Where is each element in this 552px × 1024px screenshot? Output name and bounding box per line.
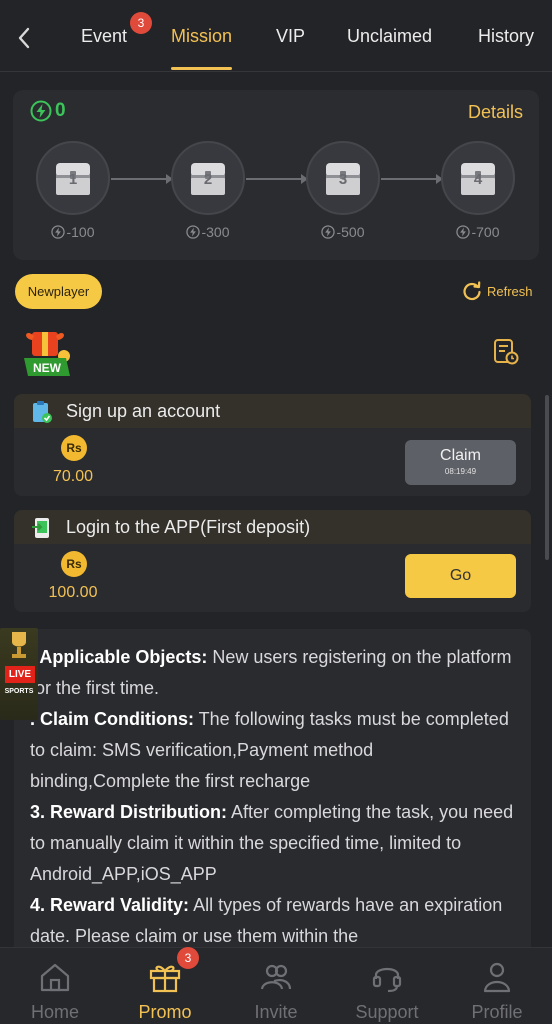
chest-cost-value: -700 xyxy=(471,224,500,240)
chest-cost-value: -300 xyxy=(201,224,230,240)
tab-history[interactable]: History xyxy=(478,26,534,47)
refresh-label: Refresh xyxy=(487,283,533,299)
sports-tag: SPORTS xyxy=(4,688,34,695)
details-link[interactable]: Details xyxy=(468,102,523,123)
energy-bolt-icon xyxy=(186,225,201,239)
record-history-icon[interactable] xyxy=(493,338,519,366)
home-icon xyxy=(40,963,70,992)
chest-cost: -500 xyxy=(308,224,378,240)
progress-arrow xyxy=(246,174,308,184)
energy-count: 0 xyxy=(55,100,66,121)
bottom-nav-profile[interactable]: Profile xyxy=(452,948,542,1024)
energy-bolt-icon xyxy=(30,100,52,122)
energy-bolt-icon xyxy=(321,225,336,239)
task-reward-amount: 70.00 xyxy=(52,468,94,485)
bottom-nav-invite[interactable]: Invite xyxy=(231,948,321,1024)
bottom-nav-home[interactable]: Home xyxy=(10,948,100,1024)
bottom-nav-label: Promo xyxy=(138,1002,192,1022)
rule-item: . Claim Conditions: The following tasks … xyxy=(30,704,517,797)
task-card: Login to the APP(First deposit) Rs 100.0… xyxy=(14,510,531,612)
rule-heading: . Applicable Objects: xyxy=(30,647,208,667)
chest-cost: -300 xyxy=(173,224,243,240)
refresh-icon xyxy=(463,281,481,301)
refresh-button[interactable]: Refresh xyxy=(461,280,533,302)
claim-button-label: Claim xyxy=(440,447,481,464)
claim-button[interactable]: Claim 08:19:49 xyxy=(405,440,516,485)
chest-cost: -100 xyxy=(38,224,108,240)
app-login-icon xyxy=(32,518,49,538)
clipboard-check-icon xyxy=(33,401,52,423)
chest-1[interactable]: 1 xyxy=(36,141,110,215)
live-sports-floating-ad[interactable]: LIVE SPORTS xyxy=(0,628,38,720)
chest-3[interactable]: 3 xyxy=(306,141,380,215)
tab-vip[interactable]: VIP xyxy=(276,26,305,47)
energy-progress-card: 0 Details 1 2 3 4 -100 -300 -500 -700 xyxy=(13,90,539,260)
new-badge-text: NEW xyxy=(33,361,62,375)
chest-number: 4 xyxy=(473,171,483,188)
top-nav: Event 3 Mission VIP Unclaimed History xyxy=(0,0,552,72)
tab-event[interactable]: Event xyxy=(81,26,127,47)
rule-heading: 4. Reward Validity: xyxy=(30,895,190,915)
rule-item: . Applicable Objects: New users register… xyxy=(30,642,517,704)
back-arrow-icon[interactable] xyxy=(12,24,36,52)
bottom-nav-label: Invite xyxy=(254,1002,298,1022)
energy-counter: 0 xyxy=(30,100,66,122)
tab-unclaimed[interactable]: Unclaimed xyxy=(347,26,432,47)
chest-2[interactable]: 2 xyxy=(171,141,245,215)
task-header: Sign up an account xyxy=(14,394,531,428)
claim-countdown: 08:19:49 xyxy=(444,467,477,476)
rupee-coin-icon: Rs xyxy=(61,551,87,577)
chest-number: 1 xyxy=(68,171,78,188)
chest-4[interactable]: 4 xyxy=(441,141,515,215)
mission-page: Event 3 Mission VIP Unclaimed History 0 … xyxy=(0,0,552,1024)
task-header: Login to the APP(First deposit) xyxy=(14,510,531,544)
event-count-badge: 3 xyxy=(130,12,152,34)
bottom-nav-support[interactable]: Support xyxy=(342,948,432,1024)
energy-bolt-icon xyxy=(51,225,66,239)
promo-count-badge: 3 xyxy=(177,947,199,969)
bottom-nav-label: Support xyxy=(355,1002,419,1022)
task-title: Login to the APP(First deposit) xyxy=(66,517,311,537)
newplayer-category-pill[interactable]: Newplayer xyxy=(15,274,102,309)
chest-number: 2 xyxy=(203,171,213,188)
progress-arrow xyxy=(111,174,173,184)
progress-arrow xyxy=(381,174,443,184)
go-button[interactable]: Go xyxy=(405,554,516,598)
task-title: Sign up an account xyxy=(66,401,221,421)
chest-cost-value: -500 xyxy=(336,224,365,240)
bottom-nav-label: Home xyxy=(30,1002,79,1022)
gift-icon xyxy=(149,965,181,993)
rules-panel: . Applicable Objects: New users register… xyxy=(14,629,531,959)
task-card: Sign up an account Rs 70.00 Claim 08:19:… xyxy=(14,394,531,496)
bottom-nav: Home Promo Invite Support Profile xyxy=(0,947,552,1024)
rule-heading: 3. Reward Distribution: xyxy=(30,802,228,822)
trophy-icon xyxy=(12,632,26,658)
task-reward-amount: 100.00 xyxy=(48,584,98,601)
energy-bolt-icon xyxy=(456,225,471,239)
user-icon xyxy=(483,962,511,993)
rupee-coin-icon: Rs xyxy=(61,435,87,461)
chest-cost: -700 xyxy=(443,224,513,240)
tab-mission[interactable]: Mission xyxy=(171,26,232,47)
rule-item: 4. Reward Validity: All types of rewards… xyxy=(30,890,517,952)
new-gift-badge-icon: NEW xyxy=(24,332,70,376)
live-tag: LIVE xyxy=(5,666,35,683)
bottom-nav-label: Profile xyxy=(471,1002,523,1022)
rule-heading: . Claim Conditions: xyxy=(30,709,194,729)
scrollbar[interactable] xyxy=(545,395,549,560)
chest-number: 3 xyxy=(338,171,348,188)
active-tab-indicator xyxy=(171,67,232,70)
people-icon xyxy=(260,964,292,990)
rule-item: 3. Reward Distribution: After completing… xyxy=(30,797,517,890)
headset-icon xyxy=(372,967,402,993)
chest-cost-value: -100 xyxy=(66,224,95,240)
